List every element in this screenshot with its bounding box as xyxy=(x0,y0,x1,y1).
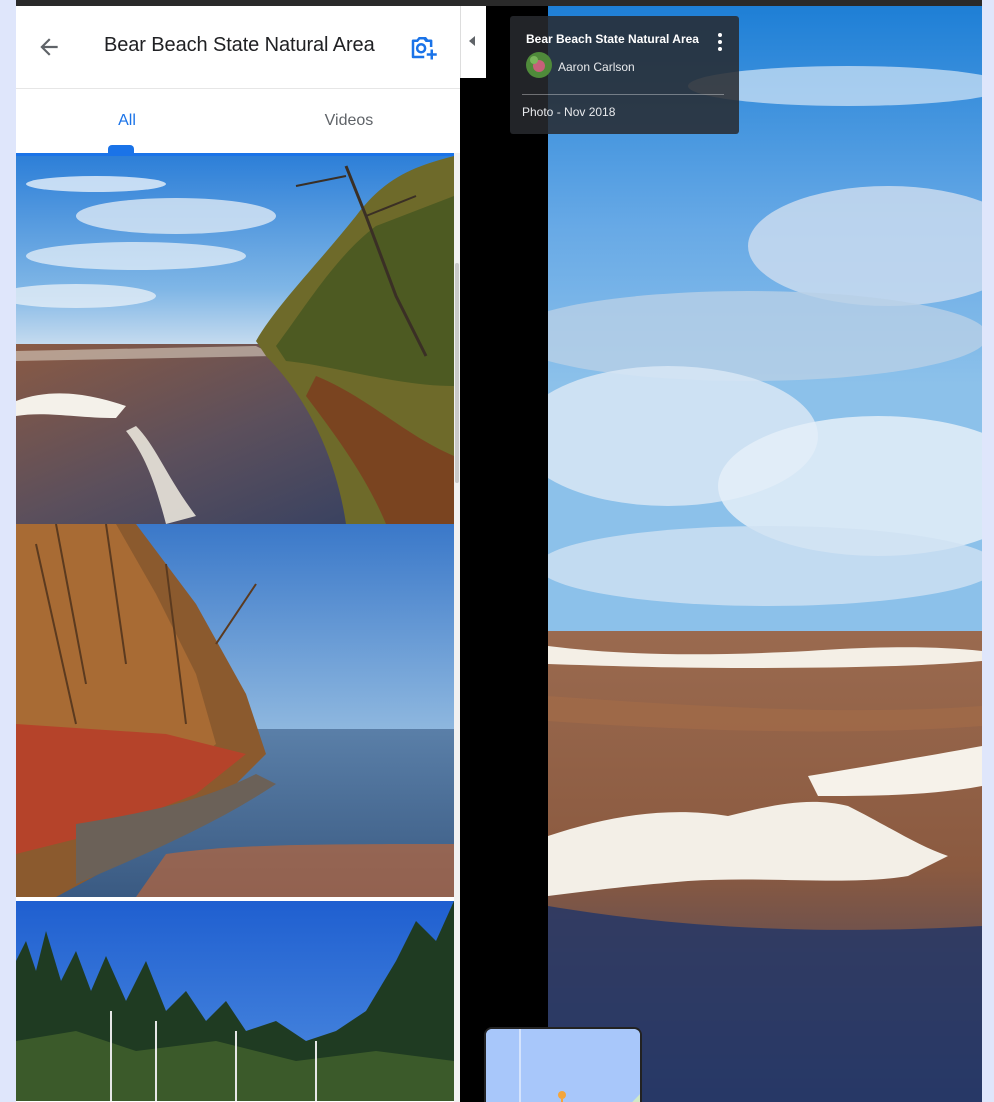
photo-list-panel: Bear Beach State Natural Area All Videos xyxy=(16,6,460,1102)
main-photo-viewer[interactable] xyxy=(548,6,982,1102)
panel-header: Bear Beach State Natural Area xyxy=(16,6,460,89)
author-name[interactable]: Aaron Carlson xyxy=(558,60,635,74)
more-vert-icon[interactable] xyxy=(717,32,723,52)
tab-videos[interactable]: Videos xyxy=(238,89,460,153)
photo-thumbnail[interactable] xyxy=(16,153,454,524)
back-arrow-icon[interactable] xyxy=(36,34,62,60)
media-tabs: All Videos xyxy=(16,89,460,153)
active-tab-indicator xyxy=(108,145,134,153)
collapse-chevron-icon xyxy=(469,36,475,46)
photo-thumbnail[interactable] xyxy=(16,901,454,1101)
add-photo-camera-icon[interactable] xyxy=(408,32,438,62)
divider xyxy=(522,94,724,95)
scrollbar-thumb[interactable] xyxy=(455,263,459,483)
photo-info-card: Bear Beach State Natural Area Aaron Carl… xyxy=(510,16,739,134)
photo-list-scrollbar[interactable] xyxy=(454,153,460,1102)
info-card-title: Bear Beach State Natural Area xyxy=(526,32,699,46)
mini-map[interactable] xyxy=(484,1027,642,1102)
photo-thumbnail[interactable] xyxy=(16,524,454,897)
page-title: Bear Beach State Natural Area xyxy=(104,34,375,56)
location-pin-icon xyxy=(558,1091,566,1099)
app-window: Bear Beach State Natural Area All Videos xyxy=(16,0,982,1102)
author-avatar[interactable] xyxy=(526,52,552,78)
tab-all[interactable]: All xyxy=(16,89,238,153)
collapse-panel-button[interactable] xyxy=(460,6,486,78)
photo-date: Photo - Nov 2018 xyxy=(522,105,616,119)
